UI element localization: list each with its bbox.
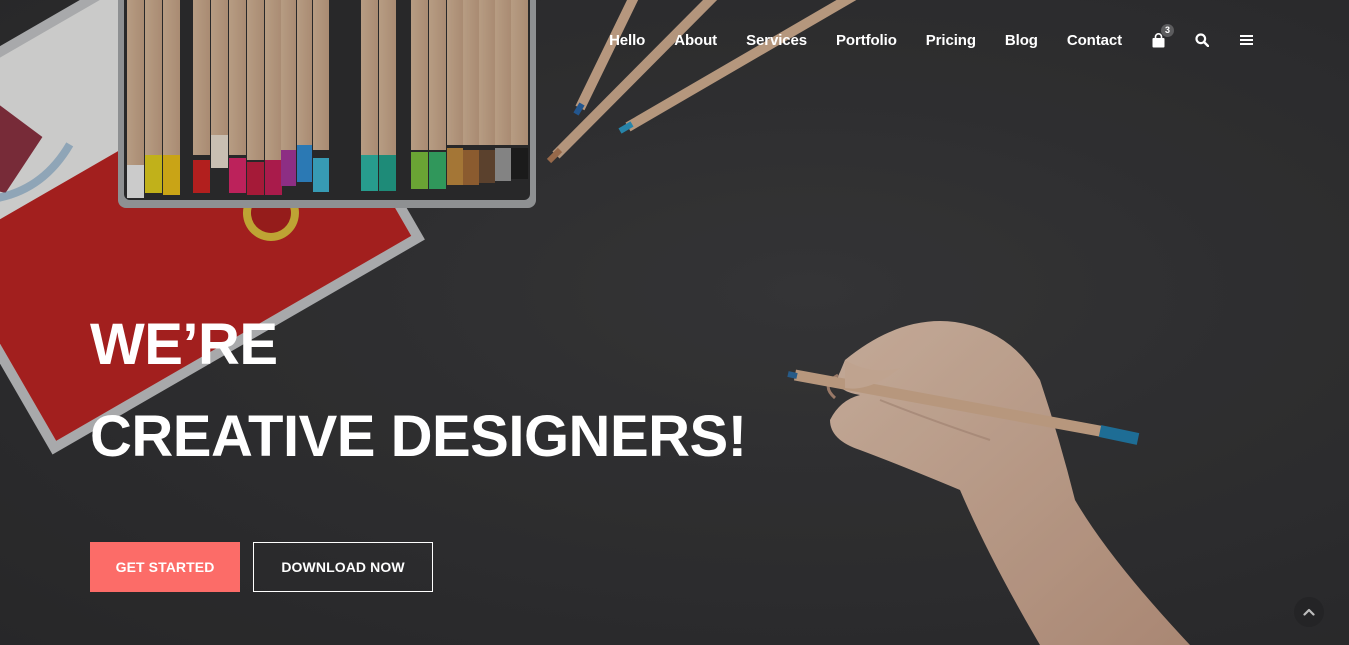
nav-item-hello[interactable]: Hello (609, 32, 645, 49)
get-started-button[interactable]: GET STARTED (90, 542, 240, 592)
hero-headline: WE’RE CREATIVE DESIGNERS! (90, 313, 747, 469)
hero-section: Hello About Services Portfolio Pricing B… (0, 0, 1349, 645)
nav-item-contact[interactable]: Contact (1067, 32, 1122, 49)
download-now-button[interactable]: DOWNLOAD NOW (253, 542, 433, 592)
scroll-top-button[interactable] (1294, 597, 1324, 627)
cart-button[interactable]: 3 (1150, 24, 1174, 49)
search-button[interactable] (1194, 31, 1210, 49)
nav-item-services[interactable]: Services (746, 32, 807, 49)
cart-count-badge: 3 (1161, 24, 1174, 37)
nav-item-blog[interactable]: Blog (1005, 32, 1038, 49)
nav-item-portfolio[interactable]: Portfolio (836, 32, 897, 49)
nav-item-pricing[interactable]: Pricing (926, 32, 976, 49)
search-icon (1195, 33, 1209, 47)
menu-icon (1239, 35, 1253, 45)
menu-button[interactable] (1238, 31, 1254, 49)
chevron-up-icon (1303, 608, 1315, 616)
main-nav: Hello About Services Portfolio Pricing B… (609, 24, 1254, 52)
headline-line-1: WE’RE (90, 312, 278, 377)
headline-line-2: CREATIVE DESIGNERS! (90, 404, 747, 469)
nav-item-about[interactable]: About (674, 32, 717, 49)
